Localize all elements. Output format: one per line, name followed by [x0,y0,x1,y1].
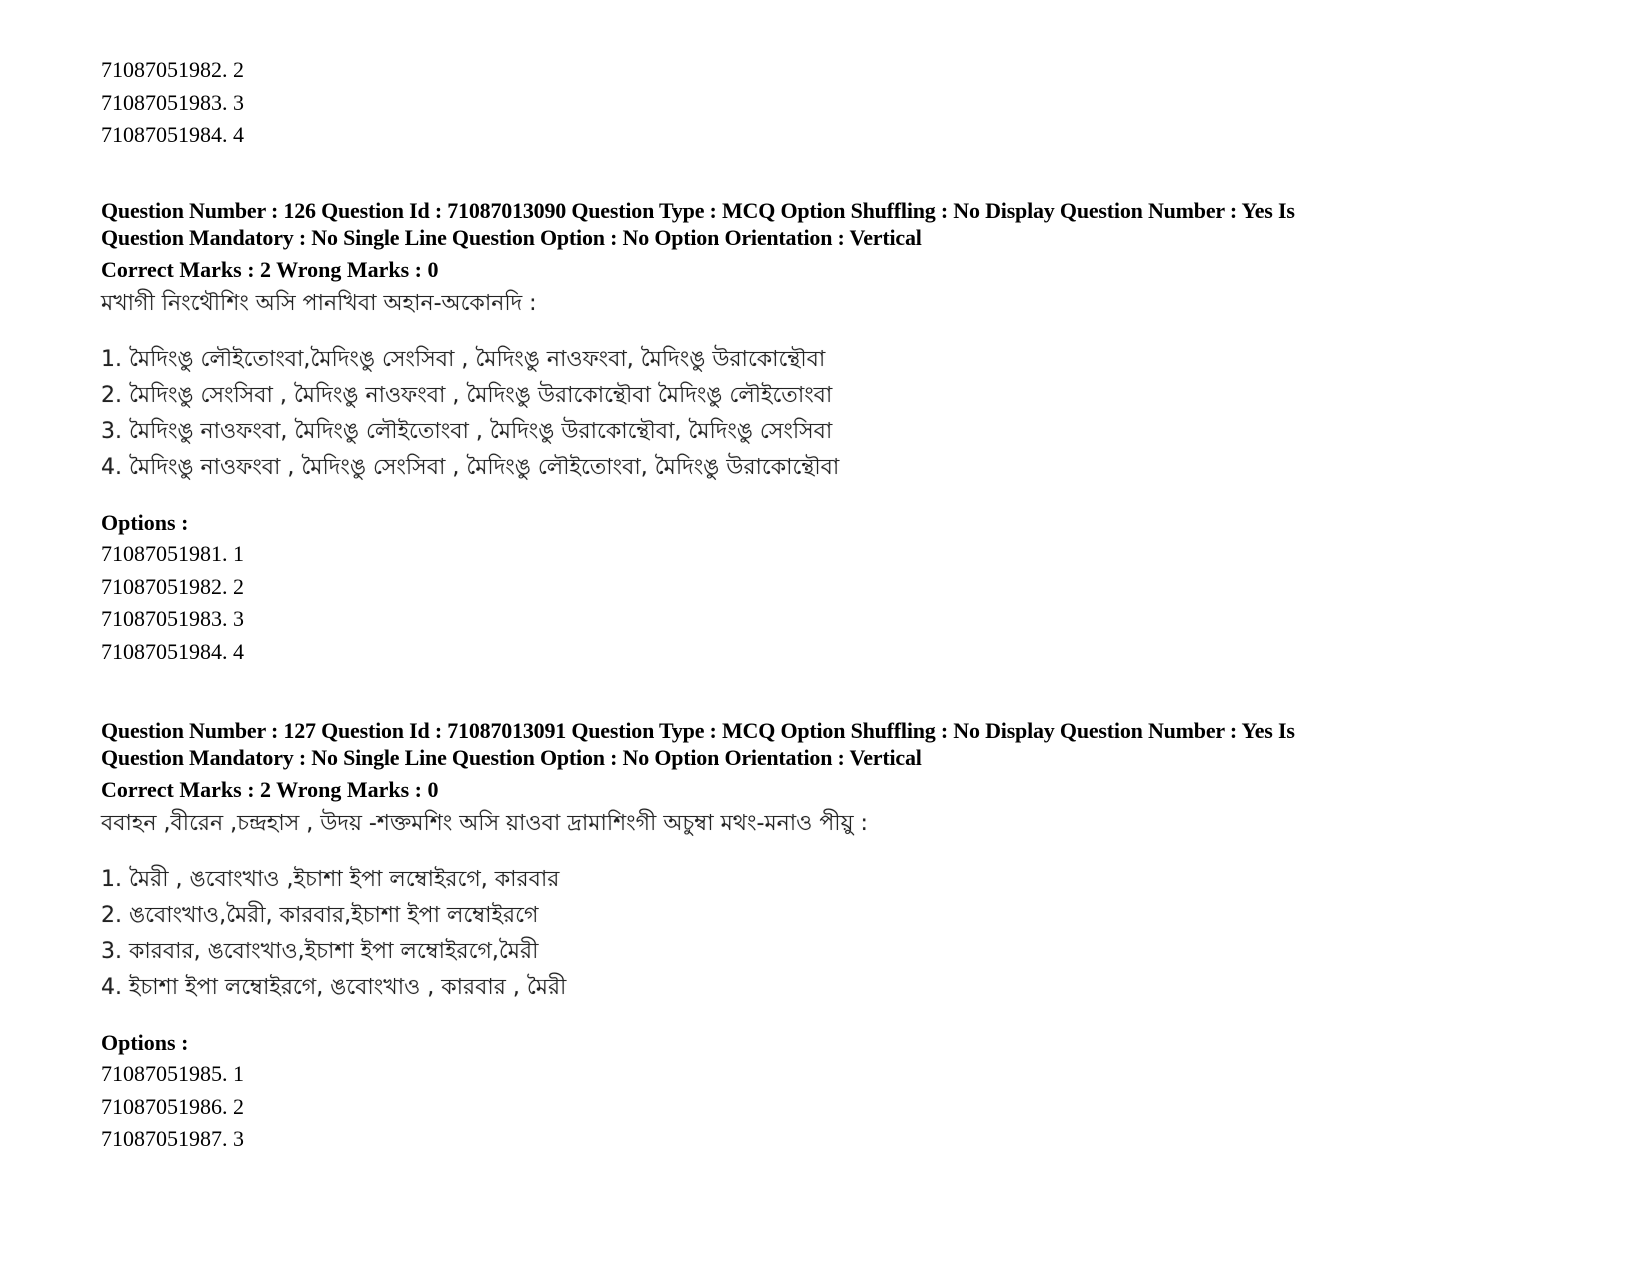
option-id-list: 71087051981. 1 71087051982. 2 7108705198… [101,538,1561,668]
option-id-line: 71087051984. 4 [101,122,244,147]
question-choices: 1. মৈদিংঙু লৌইতোংবা,মৈদিংঙু সেংসিবা , মৈ… [101,342,1561,486]
choice-item: 2. মৈদিংঙু সেংসিবা , মৈদিংঙু নাওফংবা , ম… [101,383,833,408]
question-meta-line-1: Question Number : 126 Question Id : 7108… [101,198,1295,223]
question-marks: Correct Marks : 2 Wrong Marks : 0 [101,257,439,282]
option-id-line: 71087051983. 3 [101,606,244,631]
question-stem: মখাগী নিংথৌশিং অসি পানখিবা অহান-অকোনদি : [101,291,537,316]
question-meta-line-2: Question Mandatory : No Single Line Ques… [101,745,922,770]
option-id-line: 71087051983. 3 [101,89,244,115]
option-id-line: 71087051985. 1 [101,1061,244,1086]
choice-item: 1. মৈদিংঙু লৌইতোংবা,মৈদিংঙু সেংসিবা , মৈ… [101,347,826,372]
question-meta-line-2: Question Mandatory : No Single Line Ques… [101,225,922,250]
option-id-line: 71087051982. 2 [101,57,244,82]
option-id-line: 71087051981. 1 [101,541,244,566]
options-label: Options : [101,1030,189,1055]
choice-item: 4. মৈদিংঙু নাওফংবা , মৈদিংঙু সেংসিবা , ম… [101,455,840,480]
question-block-127: Question Number : 127 Question Id : 7108… [101,717,1561,1156]
question-marks: Correct Marks : 2 Wrong Marks : 0 [101,777,439,802]
choice-item: 3. মৈদিংঙু নাওফংবা, মৈদিংঙু লৌইতোংবা , ম… [101,419,833,444]
question-meta-line-1: Question Number : 127 Question Id : 7108… [101,718,1295,743]
choice-item: 3. কারবার, ঙবোংখাও,ইচাশা ইপা লম্বোইরগে,ম… [101,939,539,964]
choice-item: 2. ঙবোংখাও,মৈরী, কারবার,ইচাশা ইপা লম্বোই… [101,903,539,928]
option-id-line: 71087051986. 2 [101,1093,244,1119]
option-id-line: 71087051982. 2 [101,573,244,599]
option-id-list: 71087051985. 1 71087051986. 2 7108705198… [101,1058,1561,1156]
question-block-126: Question Number : 126 Question Id : 7108… [101,197,1561,668]
choice-item: 1. মৈরী , ঙবোংখাও ,ইচাশা ইপা লম্বোইরগে, … [101,867,560,892]
options-label: Options : [101,510,189,535]
question-choices: 1. মৈরী , ঙবোংখাও ,ইচাশা ইপা লম্বোইরগে, … [101,862,1561,1006]
option-id-line: 71087051987. 3 [101,1126,244,1151]
previous-question-options: 71087051982. 2 71087051983. 3 7108705198… [101,54,244,152]
choice-item: 4. ইচাশা ইপা লম্বোইরগে, ঙবোংখাও , কারবার… [101,975,567,1000]
question-stem: ববাহন ,বীরেন ,চন্দ্রহাস , উদয় -শক্তমশিং… [101,811,868,836]
option-id-line: 71087051984. 4 [101,638,244,664]
